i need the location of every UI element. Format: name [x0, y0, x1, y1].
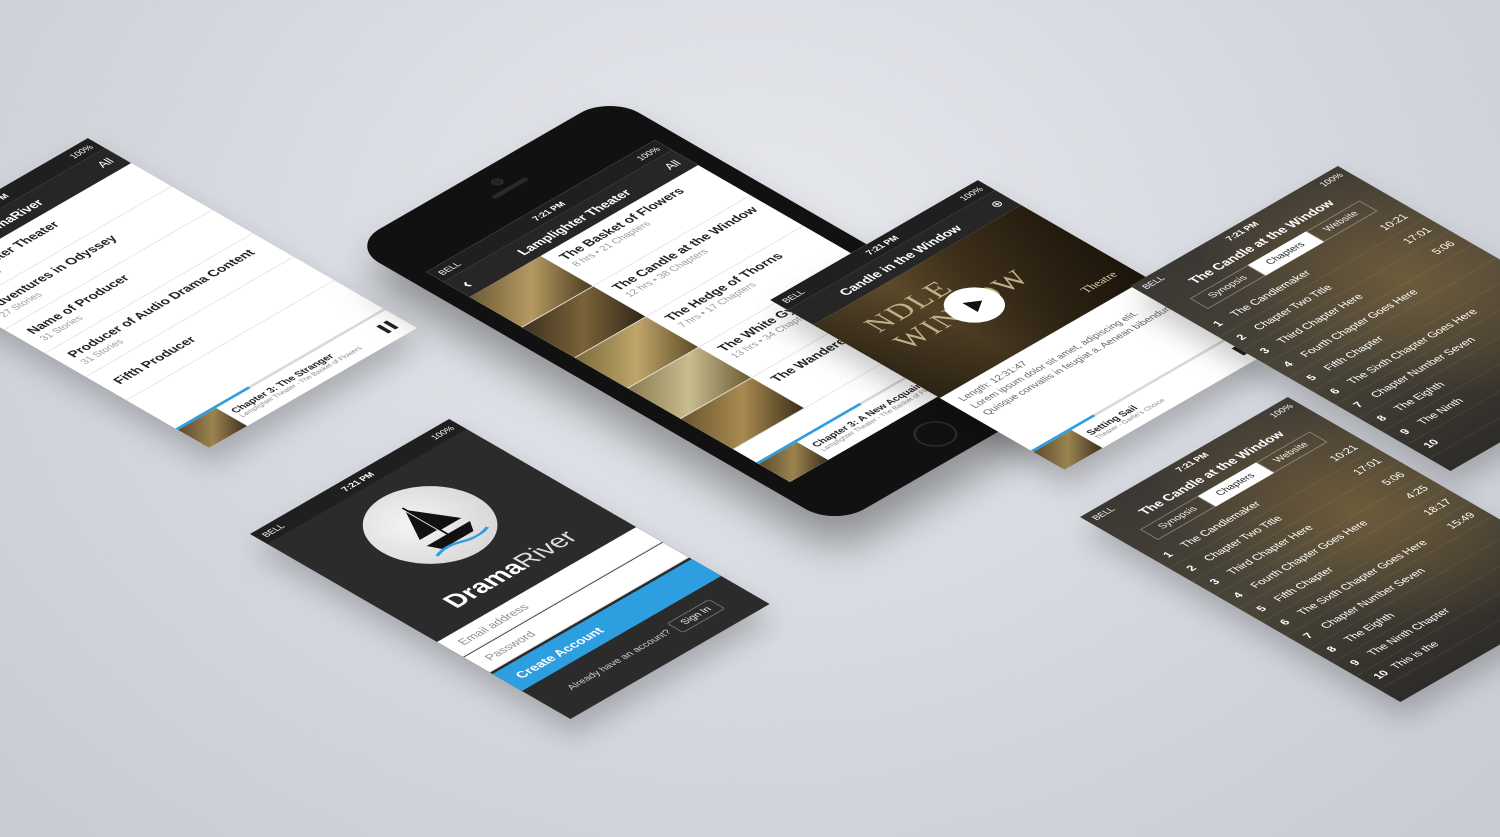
now-playing-subtitle: Theater - Garlie's Choice [1093, 398, 1168, 441]
now-playing-title: Chapter 3: The Stranger [229, 352, 338, 415]
clock-label: 7:21 PM [338, 470, 377, 493]
front-camera [488, 177, 506, 187]
battery-label: 100% [428, 424, 457, 442]
play-icon [962, 296, 990, 312]
carrier-label: BELL [259, 522, 288, 539]
now-playing-title: Setting Sail [1084, 404, 1142, 437]
login-screen: BELL 7:21 PM 100% DramaRiver Email addre… [250, 419, 770, 719]
publishers-screen: BELL 7:21 PM 100% DramaRiver All Lamplig… [0, 138, 417, 448]
hero-badge: Theatre [1076, 269, 1121, 295]
chapter-number: 10 [1420, 437, 1442, 450]
now-playing-subtitle: Lamplighter Theater - The Basket of Flow… [238, 345, 365, 419]
home-button[interactable] [904, 416, 967, 452]
sign-in-button[interactable]: Sign In [666, 598, 726, 633]
